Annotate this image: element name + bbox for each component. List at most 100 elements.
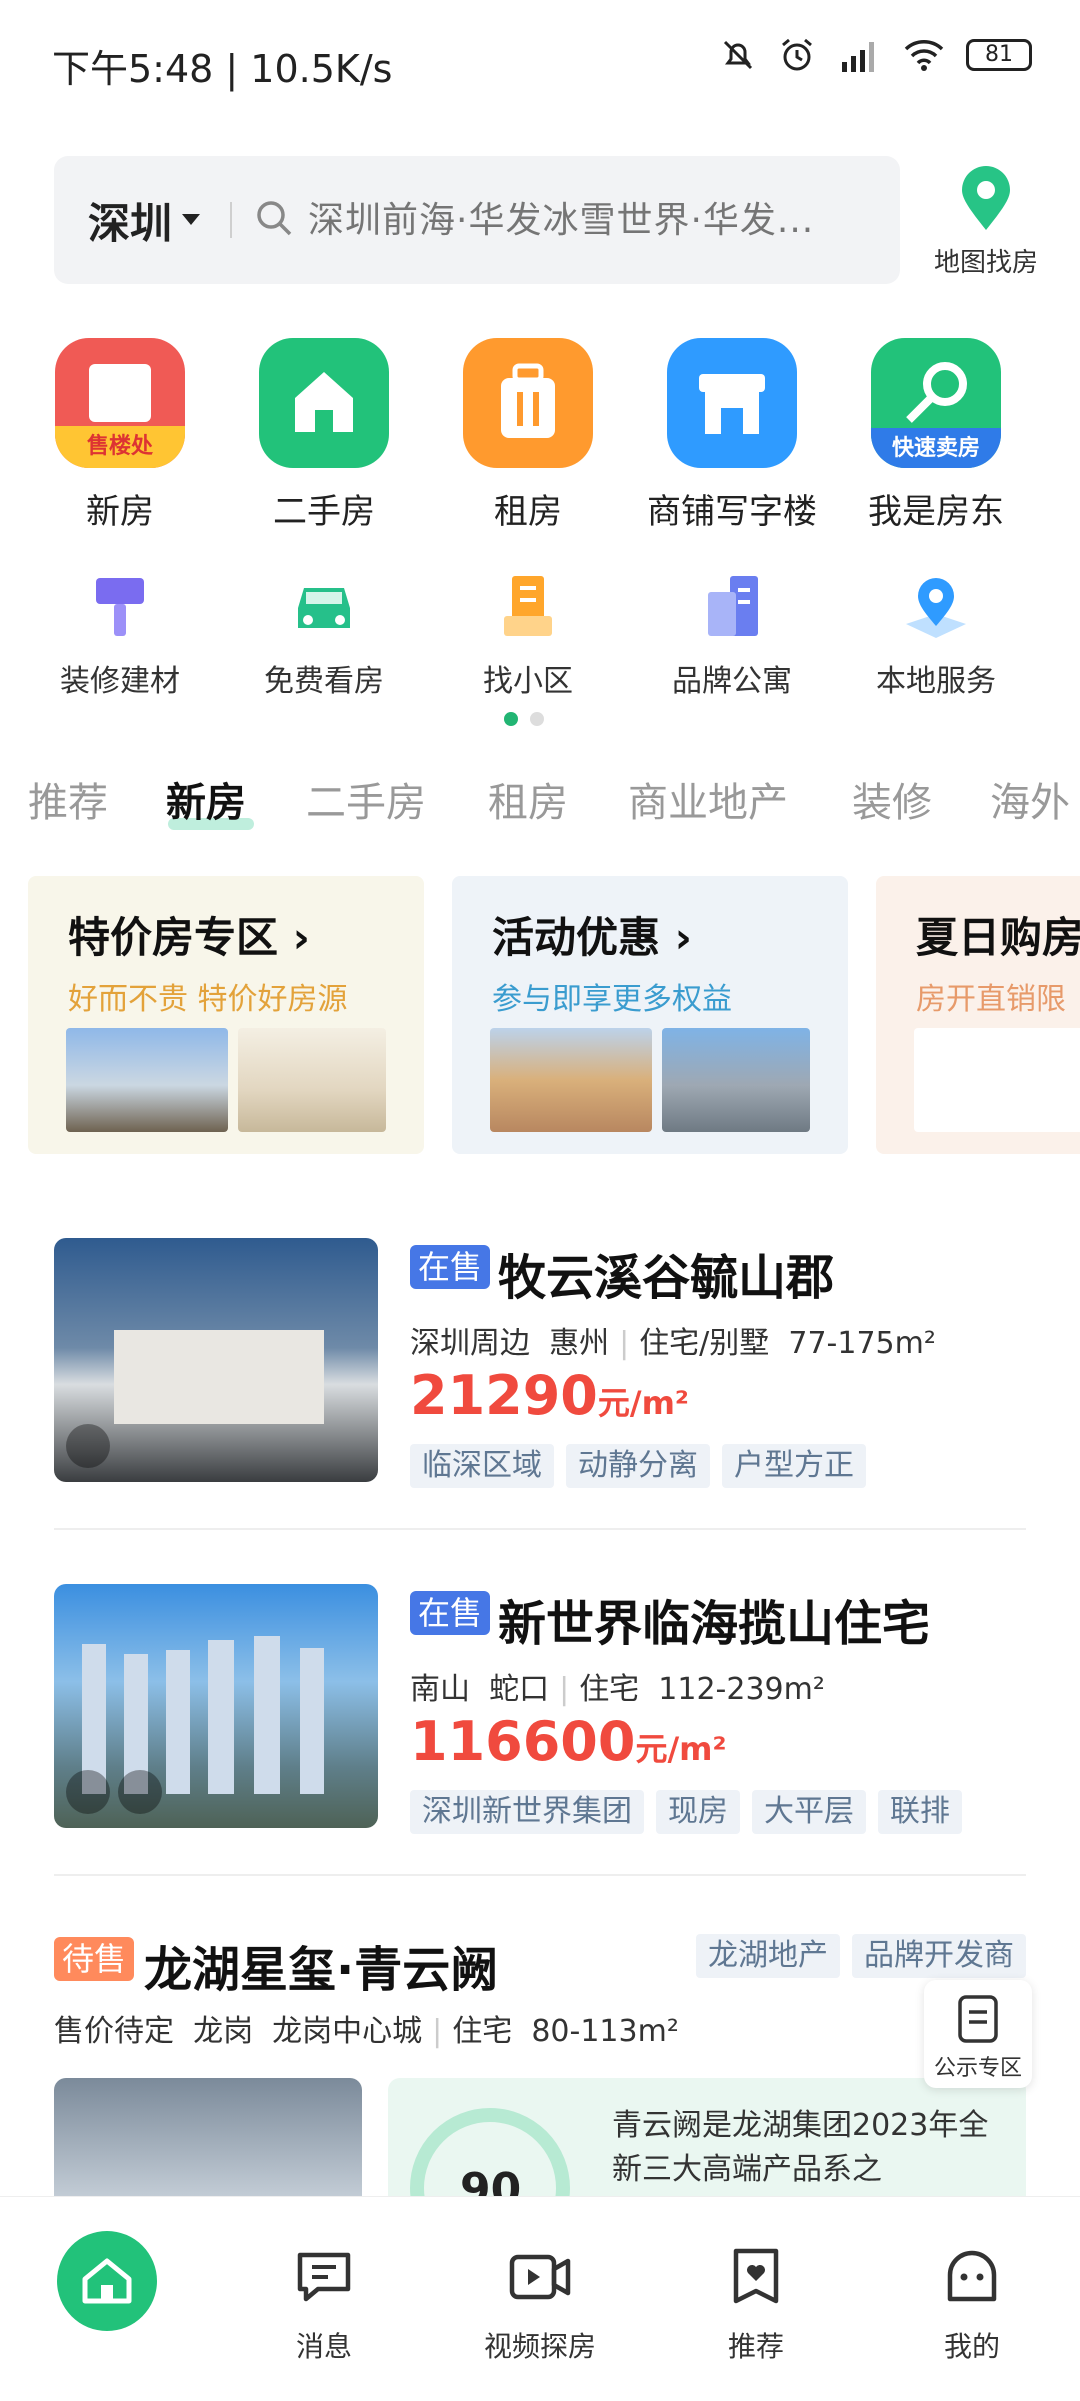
meta-area: 南山 [410,1672,470,1707]
nav-label: 消息 [295,2330,352,2363]
subcategory-local-service[interactable]: 本地服务 [846,568,1026,700]
listing-tag: 临深区域 [410,1444,554,1488]
shop-icon [667,338,797,468]
listing-tag: 大平层 [752,1790,866,1834]
listing-meta: 南山 蛇口 | 住宅 112-239m² [410,1672,825,1707]
nav-recommend[interactable]: 推荐 [648,2197,864,2401]
video-icon [509,2254,571,2300]
promo-image [66,1028,228,1132]
price-value: 21290 [410,1364,598,1427]
rent-luggage-icon [463,338,593,468]
developer-tags: 龙湖地产 品牌开发商 [696,1934,1026,1978]
listing-price: 116600元/m² [410,1710,727,1773]
listing-tag: 深圳新世界集团 [410,1790,644,1834]
document-icon [958,1995,998,2043]
meta-size: 77-175m² [788,1326,936,1361]
listing-card[interactable]: 在售 新世界临海揽山住宅 南山 蛇口 | 住宅 112-239m² 116600元/m… [54,1584,1026,1834]
battery-icon: 81 [966,39,1032,71]
listing-name: 龙湖星玺·青云阙 [144,1942,499,1998]
promo-card-special-price[interactable]: 特价房专区 › 好而不贵 特价好房源 [28,876,424,1154]
subcategory-decoration[interactable]: 装修建材 [30,568,210,700]
notice-zone-label: 公示专区 [933,2056,1022,2081]
tab-decoration[interactable]: 装修 [852,770,932,828]
meta-area: 龙岗中心城 [272,2014,423,2049]
bottom-nav: 消息 视频探房 推荐 我的 [0,2196,1080,2400]
tab-rent[interactable]: 租房 [488,770,568,828]
status-badge: 待售 [54,1936,135,1981]
location-icon [906,578,966,638]
subcategory-free-viewing[interactable]: 免费看房 [234,568,414,700]
category-rent[interactable]: 租房 [438,338,618,533]
map-pin-icon [962,166,1010,230]
meta-area: 深圳周边 [410,1326,530,1361]
listing-tags: 临深区域 动静分离 户型方正 [410,1444,878,1488]
nav-label: 我的 [943,2330,1000,2363]
promo-title: 特价房专区 [68,913,279,962]
video-play-icon [66,1770,110,1814]
listing-meta: 深圳周边 惠州 | 住宅/别墅 77-175m² [410,1326,936,1361]
nav-profile[interactable]: 我的 [864,2197,1080,2401]
listing-tag: 龙湖地产 [696,1934,840,1978]
category-tabs: 推荐 新房 二手房 租房 商业地产 装修 海外 [0,760,1080,870]
listing-tag: 动静分离 [566,1444,710,1488]
promo-card-summer[interactable]: 夏日购房 房开直销限 [876,876,1080,1154]
meta-type: 住宅/别墅 [639,1326,770,1361]
search-bar[interactable]: 深圳 [54,156,900,284]
listing-title: 待售 龙湖星玺·青云阙 [54,1930,498,2000]
category-shop-office[interactable]: 商铺写字楼 [642,338,822,533]
vr-icon [66,1424,110,1468]
status-bar: 下午5:48 | 10.5K/s 81 [0,0,1080,120]
home-button-bg [57,2231,157,2331]
alarm-icon [782,38,812,71]
badge-sales-office: 售楼处 [86,434,153,459]
city-selector[interactable]: 深圳 [88,190,172,251]
listing-image [54,1584,378,1828]
nav-label: 推荐 [727,2330,784,2363]
listing-tag: 户型方正 [722,1444,866,1488]
tab-recommend[interactable]: 推荐 [28,770,108,828]
listing-summary: 90 青云阙是龙湖集团2023年全新三大高端产品系之 [388,2078,1026,2208]
subcategory-label: 品牌公寓 [672,664,792,699]
page-indicator [504,712,544,726]
chevron-down-icon [182,214,200,225]
promo-title: 夏日购房 [916,913,1080,962]
listing-title: 在售 新世界临海揽山住宅 [410,1584,930,1654]
chevron-right-icon: › [292,913,310,962]
nav-video-tour[interactable]: 视频探房 [432,2197,648,2401]
apartment-icon [708,576,758,636]
category-landlord[interactable]: 快速卖房 我是房东 [846,338,1026,533]
tab-commercial[interactable]: 商业地产 [628,770,788,828]
search-input[interactable] [306,178,876,262]
category-new-house[interactable]: 售楼处 新房 [30,338,210,533]
nav-home[interactable] [0,2197,216,2401]
listing-card-presale[interactable]: 待售 龙湖星玺·青云阙 龙湖地产 品牌开发商 售价待定 龙岗 龙岗中心城 | 住宅 80… [54,1930,1026,2208]
tab-new-house[interactable]: 新房 [166,770,246,828]
subcategory-label: 本地服务 [876,664,996,699]
tab-second-hand[interactable]: 二手房 [306,770,426,828]
listing-title: 在售 牧云溪谷毓山郡 [410,1238,834,1308]
promo-image [662,1028,810,1132]
battery-level: 81 [985,42,1013,67]
meta-district: 蛇口 [489,1672,550,1707]
promo-card-activity[interactable]: 活动优惠 › 参与即享更多权益 [452,876,848,1154]
profile-icon [947,2250,997,2302]
listing-tag: 现房 [656,1790,740,1834]
price-unit: 元/m² [597,1384,689,1422]
listing-image [54,2078,362,2208]
listing-tag: 品牌开发商 [852,1934,1026,1978]
mute-bell-icon [723,40,753,70]
price-value: 116600 [410,1710,636,1773]
listing-card[interactable]: 在售 牧云溪谷毓山郡 深圳周边 惠州 | 住宅/别墅 77-175m² 21290元/… [54,1238,1026,1488]
subcategory-community[interactable]: 找小区 [438,568,618,700]
notice-zone-button[interactable]: 公示专区 [924,1980,1032,2088]
subcategory-brand-apartment[interactable]: 品牌公寓 [642,568,822,700]
category-second-hand[interactable]: 二手房 [234,338,414,533]
promo-subtitle: 房开直销限 [916,982,1066,1017]
meta-type: 住宅 [452,2014,513,2049]
status-time: 下午5:48 | 10.5K/s [52,47,393,91]
tab-overseas[interactable]: 海外 [990,770,1070,828]
paint-brush-icon [96,578,144,636]
meta-price-status: 售价待定 [54,2014,174,2049]
map-search-button[interactable]: 地图找房 [916,156,1056,286]
nav-messages[interactable]: 消息 [216,2197,432,2401]
